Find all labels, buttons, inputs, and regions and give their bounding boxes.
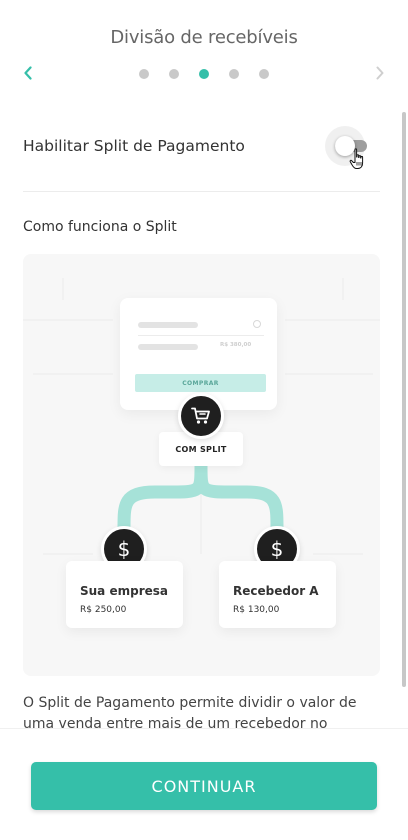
- receiver-card: Sua empresa R$ 250,00: [66, 561, 183, 628]
- hand-cursor-icon: [349, 148, 364, 169]
- receiver-card: Recebedor A R$ 130,00: [219, 561, 336, 628]
- step-dot-2[interactable]: [169, 69, 179, 79]
- checkout-buy-button: COMPRAR: [135, 374, 266, 392]
- step-indicator: [139, 69, 269, 79]
- chevron-left-icon: [24, 66, 32, 80]
- split-illustration: R$ 380,00 COMPRAR COM SPLIT $ $ Sua empr…: [23, 254, 380, 676]
- step-dot-3[interactable]: [199, 69, 209, 79]
- scrollbar[interactable]: [402, 112, 406, 687]
- divider: [23, 191, 380, 192]
- step-dot-5[interactable]: [259, 69, 269, 79]
- receiver-value: R$ 250,00: [80, 605, 127, 615]
- receiver-name: Sua empresa: [80, 584, 168, 598]
- footer: CONTINUAR: [0, 728, 408, 840]
- split-toggle-label: Habilitar Split de Pagamento: [23, 137, 245, 155]
- receiver-name: Recebedor A: [233, 584, 319, 598]
- section-title: Como funciona o Split: [23, 219, 177, 235]
- step-dot-4[interactable]: [229, 69, 239, 79]
- placeholder-line: [138, 322, 198, 328]
- card-separator: [138, 335, 264, 336]
- info-icon: [253, 320, 261, 328]
- chevron-right-icon: [376, 66, 384, 80]
- step-dot-1[interactable]: [139, 69, 149, 79]
- receiver-value: R$ 130,00: [233, 605, 280, 615]
- placeholder-line: [138, 344, 198, 350]
- split-toggle[interactable]: [325, 126, 379, 169]
- split-description: O Split de Pagamento permite dividir o v…: [23, 695, 357, 729]
- dollar-icon: $: [117, 537, 131, 561]
- checkout-price: R$ 380,00: [220, 342, 252, 348]
- dollar-icon: $: [270, 537, 284, 561]
- previous-step-button[interactable]: [16, 60, 40, 86]
- split-toggle-row: Habilitar Split de Pagamento: [23, 126, 379, 169]
- page-title: Divisão de recebíveis: [110, 27, 298, 48]
- continue-button[interactable]: CONTINUAR: [31, 762, 377, 810]
- header: Divisão de recebíveis: [0, 0, 408, 100]
- cart-icon: [191, 407, 210, 424]
- cart-badge: [178, 393, 224, 439]
- next-step-button[interactable]: [368, 60, 392, 86]
